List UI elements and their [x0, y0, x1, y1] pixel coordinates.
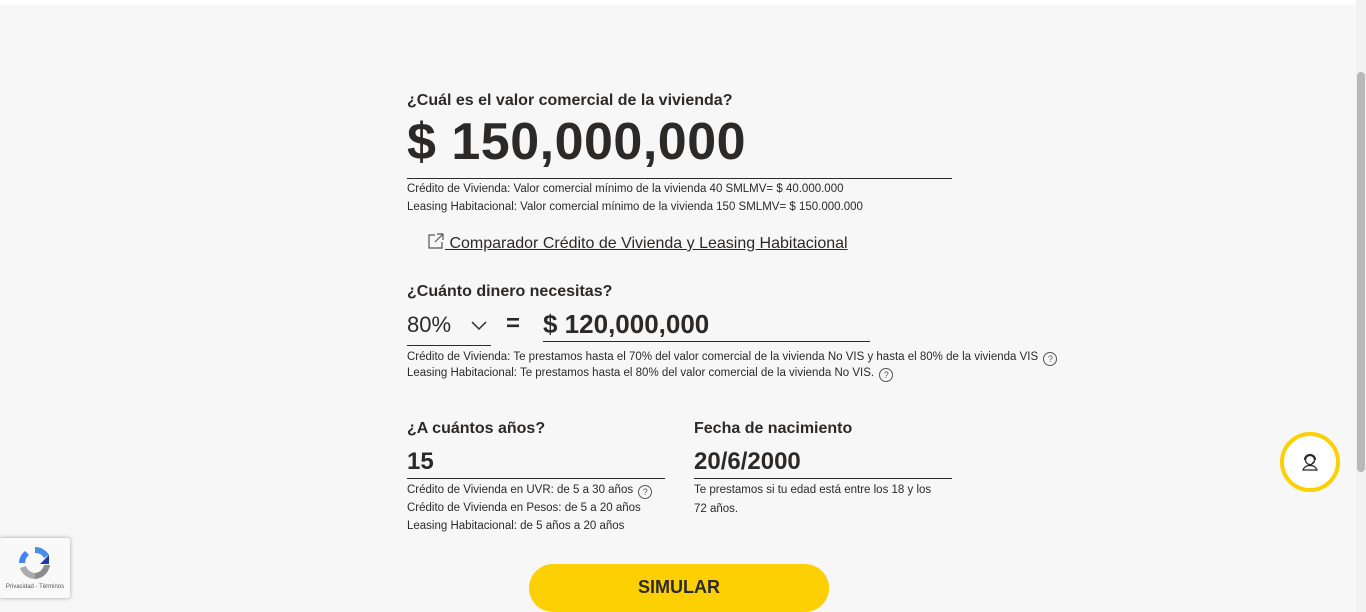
support-chat-button[interactable] [1280, 432, 1340, 492]
years-input[interactable]: 15 [407, 448, 434, 476]
leasing-term-note: Leasing Habitacional: de 5 años a 20 año… [407, 520, 625, 532]
leasing-loan-percent-note: Leasing Habitacional: Te prestamos hasta… [407, 364, 894, 382]
page-scrollbar[interactable] [1356, 0, 1366, 612]
uvr-term-note-text: Crédito de Vivienda en UVR: de 5 a 30 añ… [407, 484, 634, 496]
pesos-term-note: Crédito de Vivienda en Pesos: de 5 a 20 … [407, 502, 641, 514]
birth-date-input[interactable]: 20/6/2000 [694, 448, 801, 476]
help-icon[interactable]: ? [1043, 352, 1058, 366]
property-value-input[interactable]: $ 150,000,000 [407, 112, 746, 172]
age-range-note: Te prestamos si tu edad está entre los 1… [694, 484, 932, 515]
property-value-underline [407, 178, 952, 179]
property-value-question: ¿Cuál es el valor comercial de la vivien… [407, 92, 733, 109]
chevron-down-icon [470, 316, 488, 334]
scrollbar-thumb[interactable] [1357, 72, 1365, 472]
birth-date-underline [694, 478, 952, 479]
simulate-button[interactable]: SIMULAR [529, 564, 829, 612]
leasing-loan-percent-note-text: Leasing Habitacional: Te prestamos hasta… [407, 367, 875, 379]
comparator-link[interactable]: Comparador Crédito de Vivienda y Leasing… [427, 232, 848, 253]
top-bar [0, 0, 1356, 5]
years-underline [407, 478, 665, 479]
years-question: ¿A cuántos años? [407, 420, 546, 437]
credit-min-value-note: Crédito de Vivienda: Valor comercial mín… [407, 183, 844, 195]
loan-amount-question: ¿Cuánto dinero necesitas? [407, 283, 613, 300]
loan-amount-underline [543, 341, 870, 342]
percent-select[interactable]: 80% [407, 312, 491, 342]
help-icon[interactable]: ? [879, 368, 894, 382]
equals-sign: = [506, 310, 521, 337]
recaptcha-badge[interactable]: Privacidad - Términos [0, 538, 70, 598]
loan-amount-value: $ 120,000,000 [543, 309, 710, 339]
recaptcha-logo-icon [19, 546, 50, 579]
percent-select-underline [407, 345, 491, 346]
percent-selected-value: 80% [407, 312, 452, 337]
birth-date-question: Fecha de nacimiento [694, 420, 853, 437]
leasing-min-value-note: Leasing Habitacional: Valor comercial mí… [407, 201, 863, 213]
support-agent-icon [1302, 453, 1318, 471]
recaptcha-privacy-terms[interactable]: Privacidad - Términos [0, 584, 70, 590]
uvr-term-note: Crédito de Vivienda en UVR: de 5 a 30 añ… [407, 481, 653, 499]
comparator-link-label[interactable]: Comparador Crédito de Vivienda y Leasing… [445, 235, 847, 252]
external-link-icon [427, 232, 445, 250]
help-icon[interactable]: ? [638, 485, 653, 499]
credit-loan-percent-note-text: Crédito de Vivienda: Te prestamos hasta … [407, 351, 1039, 363]
